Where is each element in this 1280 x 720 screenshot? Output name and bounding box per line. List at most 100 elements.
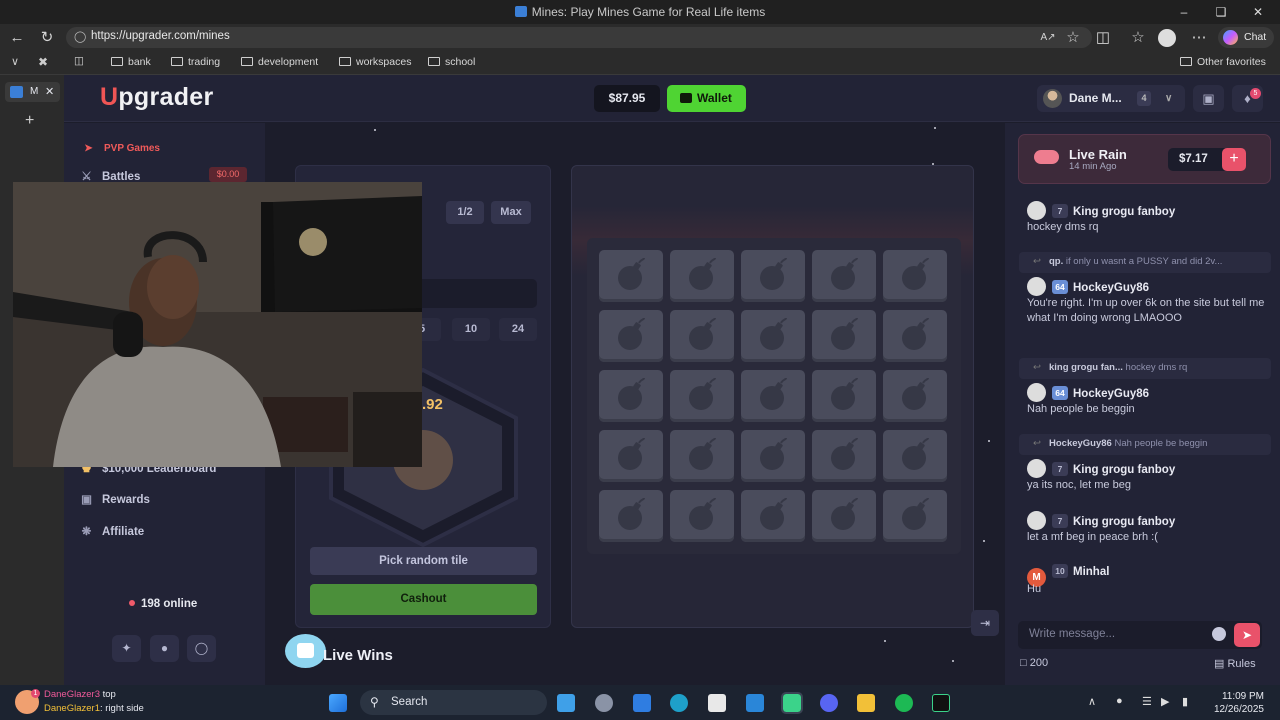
mine-tile[interactable] (812, 430, 876, 482)
bookmark-workspaces[interactable]: workspaces (339, 56, 411, 68)
add-to-rain-button[interactable]: + (1222, 148, 1246, 171)
mine-tile[interactable] (812, 490, 876, 542)
favorites-icon[interactable]: ☆ (1128, 28, 1148, 48)
chat-reply-preview[interactable]: ↩ king grogu fan... hockey dms rq (1019, 358, 1271, 379)
mine-tile[interactable] (741, 370, 805, 422)
wallet-button[interactable]: Wallet (667, 85, 746, 112)
gift-button[interactable]: ▣ (1193, 85, 1224, 112)
sidebar-item-battles[interactable]: ⚔ Battles (79, 169, 140, 183)
vscode-icon[interactable] (746, 694, 764, 712)
mine-tile[interactable] (741, 430, 805, 482)
address-bar[interactable]: ◯ https://upgrader.com/mines (66, 27, 1092, 48)
start-windows-icon[interactable] (329, 694, 347, 712)
bookmark-school[interactable]: school (428, 56, 475, 68)
terminal-icon[interactable] (932, 694, 950, 712)
twitter-button[interactable]: ✦ (112, 635, 141, 662)
maximize-icon[interactable]: ❑ (1211, 3, 1231, 21)
sidebar-item-rewards[interactable]: ▣ Rewards (79, 492, 150, 506)
bookmark-bank[interactable]: bank (111, 56, 151, 68)
mine-tile[interactable] (599, 490, 663, 542)
back-icon[interactable]: ← (7, 28, 27, 48)
other-favorites[interactable]: Other favorites (1180, 56, 1266, 68)
max-bet-button[interactable]: Max (491, 201, 531, 224)
copilot-chat-button[interactable]: Chat (1218, 27, 1274, 48)
chat-username[interactable]: HockeyGuy86 (1073, 282, 1149, 294)
tray-chevron-up-icon[interactable]: ∧ (1088, 695, 1096, 708)
edge-icon[interactable] (670, 694, 688, 712)
minimize-icon[interactable]: – (1174, 3, 1194, 21)
tab-mines[interactable]: M ✕ (5, 82, 60, 102)
mine-tile[interactable] (741, 250, 805, 302)
chat-reply-preview[interactable]: ↩ HockeyGuy86 Nah people be beggin (1019, 434, 1271, 455)
chat-username[interactable]: King grogu fanboy (1073, 516, 1175, 528)
mine-tile[interactable] (741, 310, 805, 362)
mine-tile[interactable] (670, 310, 734, 362)
send-message-button[interactable]: ➤ (1234, 623, 1260, 647)
mine-tile[interactable] (883, 490, 947, 542)
instagram-button[interactable]: ◯ (187, 635, 216, 662)
active-app-icon[interactable] (781, 692, 803, 714)
mine-tile[interactable] (599, 250, 663, 302)
favorite-star-icon[interactable]: ☆ (1063, 28, 1083, 48)
discord-taskbar-icon[interactable] (820, 694, 838, 712)
mine-tile[interactable] (883, 250, 947, 302)
chat-rules-link[interactable]: ▤ Rules (1214, 657, 1256, 670)
volume-icon[interactable]: ▶ (1161, 695, 1169, 708)
chat-username[interactable]: HockeyGuy86 (1073, 388, 1149, 400)
read-aloud-icon[interactable]: A↗ (1038, 28, 1058, 48)
upgrader-logo[interactable]: Upgrader (100, 83, 214, 112)
balance-display[interactable]: $87.95 (594, 85, 660, 112)
mine-tile[interactable] (883, 370, 947, 422)
mine-tile[interactable] (670, 370, 734, 422)
chat-username[interactable]: King grogu fanboy (1073, 206, 1175, 218)
discord-button[interactable]: ● (150, 635, 179, 662)
taskbar-search[interactable]: ⚲ Search (360, 690, 547, 715)
half-bet-button[interactable]: 1/2 (446, 201, 484, 224)
tab-tools-icon[interactable]: ✖ (38, 55, 48, 69)
tab-actions-icon[interactable]: ∨ (11, 55, 19, 68)
widgets-icon[interactable] (557, 694, 575, 712)
extensions-icon[interactable]: ◫ (1093, 28, 1113, 48)
mines-option-10[interactable]: 10 (452, 318, 490, 341)
mine-tile[interactable] (670, 430, 734, 482)
mine-tile[interactable] (812, 370, 876, 422)
mine-tile[interactable] (883, 310, 947, 362)
mine-tile[interactable] (741, 490, 805, 542)
bookmark-development[interactable]: development (241, 56, 318, 68)
chat-username[interactable]: King grogu fanboy (1073, 464, 1175, 476)
bookmark-trading[interactable]: trading (171, 56, 220, 68)
chat-username[interactable]: Minhal (1073, 566, 1109, 578)
chat-reply-preview[interactable]: ↩ qp. if only u wasnt a PUSSY and did 2v.… (1019, 252, 1271, 273)
mine-tile[interactable] (812, 250, 876, 302)
mine-tile[interactable] (883, 430, 947, 482)
reload-icon[interactable]: ↻ (37, 28, 57, 48)
new-tab-icon[interactable]: + (25, 112, 34, 130)
user-menu[interactable]: Dane M... 4 ∨ (1037, 85, 1185, 112)
mine-tile[interactable] (670, 490, 734, 542)
snipping-tool-icon[interactable] (708, 694, 726, 712)
file-explorer-icon[interactable] (857, 694, 875, 712)
battery-icon[interactable]: ▮ (1182, 695, 1188, 708)
pick-random-tile-button[interactable]: Pick random tile (310, 547, 537, 575)
close-tab-icon[interactable]: ✕ (45, 85, 54, 98)
settings-gear-icon[interactable] (595, 694, 613, 712)
mine-tile[interactable] (599, 370, 663, 422)
mine-tile[interactable] (670, 250, 734, 302)
outlook-icon[interactable] (633, 694, 651, 712)
mine-tile[interactable] (599, 310, 663, 362)
spotify-icon[interactable] (895, 694, 913, 712)
sidebar-item-affiliate[interactable]: ❋ Affiliate (79, 524, 145, 538)
mines-option-24[interactable]: 24 (499, 318, 537, 341)
mine-tile[interactable] (599, 430, 663, 482)
mine-tile[interactable] (812, 310, 876, 362)
more-menu-icon[interactable]: ⋯ (1189, 28, 1209, 48)
collections-icon[interactable]: ◫ (74, 55, 84, 67)
collapse-chat-button[interactable]: ⇥ (971, 610, 999, 636)
emoji-icon[interactable] (1212, 627, 1226, 641)
profile-icon[interactable] (1158, 29, 1176, 47)
taskbar-clock[interactable]: 11:09 PM 12/26/2025 (1200, 690, 1264, 716)
close-window-icon[interactable]: ✕ (1248, 3, 1268, 21)
microphone-icon[interactable]: ● (1116, 695, 1123, 707)
wifi-icon[interactable]: ☰ (1142, 695, 1152, 708)
cashout-button[interactable]: Cashout (310, 584, 537, 615)
